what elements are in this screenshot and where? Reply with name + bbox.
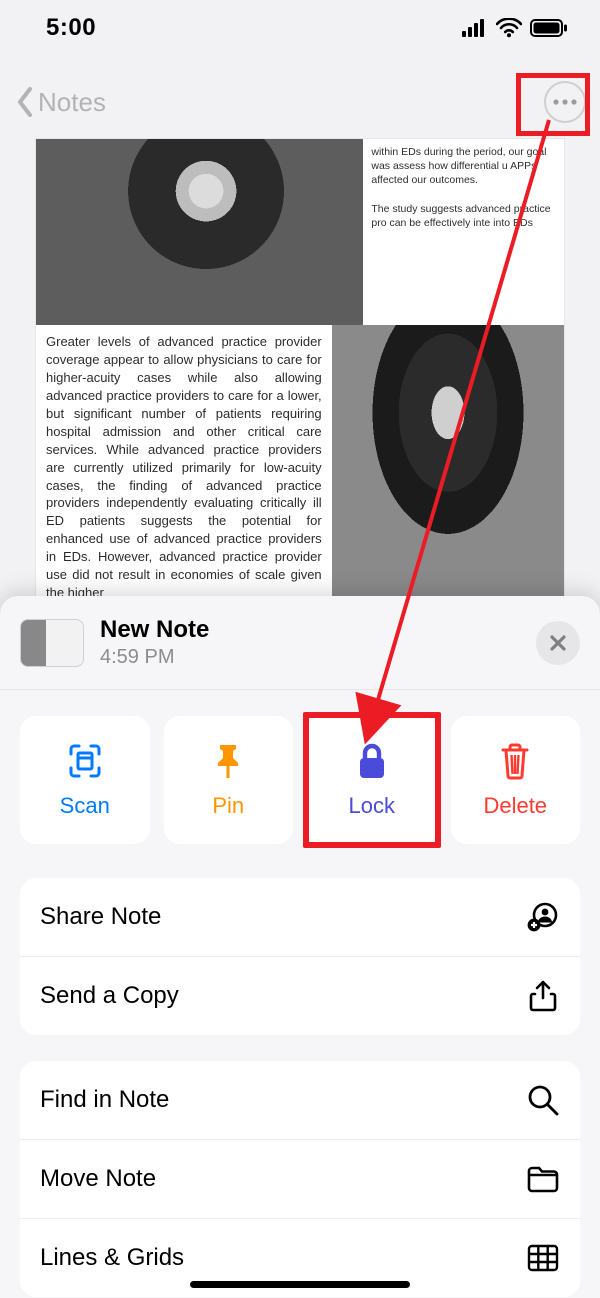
share-icon: [526, 979, 560, 1013]
send-copy-label: Send a Copy: [40, 982, 179, 1010]
sheet-time: 4:59 PM: [100, 646, 209, 669]
pin-action[interactable]: Pin: [164, 716, 294, 844]
find-in-note-label: Find in Note: [40, 1086, 169, 1114]
status-time: 5:00: [46, 14, 96, 42]
note-scanned-image: within EDs during the period, our goal w…: [35, 138, 565, 598]
send-copy-item[interactable]: Send a Copy: [20, 956, 580, 1035]
delete-action[interactable]: Delete: [451, 716, 581, 844]
back-label: Notes: [38, 87, 106, 118]
close-icon: [548, 633, 568, 653]
share-note-label: Share Note: [40, 903, 161, 931]
search-icon: [526, 1083, 560, 1117]
move-note-label: Move Note: [40, 1165, 156, 1193]
sheet-title: New Note: [100, 616, 209, 644]
nav-header: Notes: [0, 72, 600, 132]
share-note-item[interactable]: Share Note: [20, 878, 580, 956]
back-button[interactable]: Notes: [16, 86, 106, 118]
status-indicators: [462, 18, 568, 38]
menu-group-1: Share Note Send a Copy: [20, 878, 580, 1035]
wifi-icon: [496, 18, 522, 38]
folder-icon: [526, 1162, 560, 1196]
lock-label: Lock: [349, 793, 395, 819]
status-bar: 5:00: [0, 0, 600, 56]
cellular-icon: [462, 19, 488, 37]
action-row: Scan Pin Lock Delete: [0, 690, 600, 866]
more-button[interactable]: [544, 81, 586, 123]
ellipsis-icon: [553, 99, 577, 105]
sheet-header: New Note 4:59 PM: [0, 596, 600, 690]
lock-icon: [355, 741, 389, 781]
battery-icon: [530, 19, 568, 37]
lines-grids-label: Lines & Grids: [40, 1244, 184, 1272]
close-button[interactable]: [536, 621, 580, 665]
find-in-note-item[interactable]: Find in Note: [20, 1061, 580, 1139]
pin-icon: [210, 741, 246, 781]
collaborate-icon: [526, 900, 560, 934]
scan-icon: [65, 741, 105, 781]
scan-action[interactable]: Scan: [20, 716, 150, 844]
move-note-item[interactable]: Move Note: [20, 1139, 580, 1218]
scanned-photo-bottom: [332, 325, 564, 598]
scan-label: Scan: [60, 793, 110, 819]
trash-icon: [498, 741, 532, 781]
lock-action[interactable]: Lock: [307, 716, 437, 844]
note-thumbnail: [20, 619, 84, 667]
action-sheet: New Note 4:59 PM Scan Pin Lock: [0, 596, 600, 1298]
scanned-photo-top: [36, 139, 363, 325]
home-indicator[interactable]: [190, 1281, 410, 1288]
scanned-text-bottom: Greater levels of advanced practice prov…: [36, 325, 332, 598]
menu-group-2: Find in Note Move Note Lines & Grids: [20, 1061, 580, 1297]
pin-label: Pin: [212, 793, 244, 819]
scanned-text-top: within EDs during the period, our goal w…: [363, 139, 564, 325]
delete-label: Delete: [483, 793, 547, 819]
chevron-left-icon: [16, 86, 36, 118]
grid-icon: [526, 1241, 560, 1275]
